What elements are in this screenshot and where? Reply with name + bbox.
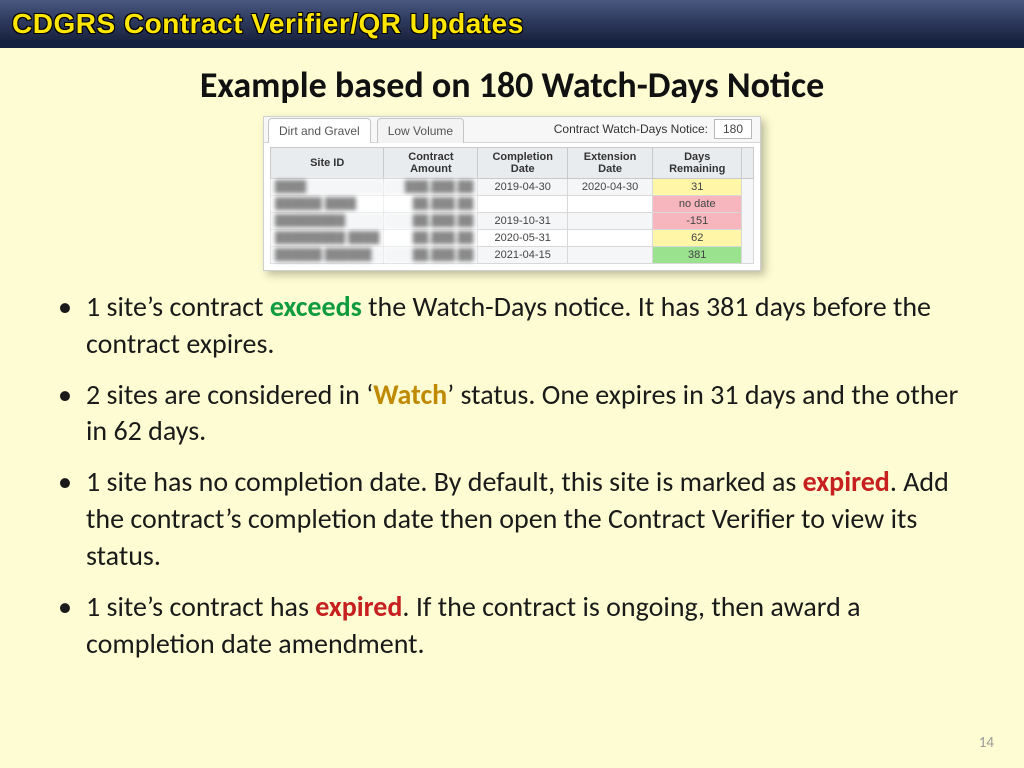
cell-days-remaining: -151 xyxy=(653,212,742,229)
slide-body: Example based on 180 Watch-Days Notice D… xyxy=(0,48,1024,768)
col-days-remaining[interactable]: Days Remaining xyxy=(653,147,742,178)
table-row[interactable]: ████ ███,███.██ 2019-04-30 2020-04-30 31 xyxy=(271,178,754,195)
bullet-item: 2 sites are considered in ‘Watch’ status… xyxy=(48,377,982,451)
bullet-item: 1 site’s contract exceeds the Watch-Days… xyxy=(48,289,982,363)
col-completion-date[interactable]: Completion Date xyxy=(478,147,568,178)
keyword-expired: expired xyxy=(803,464,890,499)
bullet-item: 1 site has no completion date. By defaul… xyxy=(48,464,982,575)
scrollbar-gutter xyxy=(742,147,754,178)
app-title-bar: CDGRS Contract Verifier/QR Updates xyxy=(0,0,1024,48)
keyword-expired: expired xyxy=(315,589,402,624)
watch-days-table-panel: Dirt and Gravel Low Volume Contract Watc… xyxy=(263,116,761,271)
tab-low-volume[interactable]: Low Volume xyxy=(377,118,464,143)
tab-strip: Dirt and Gravel Low Volume Contract Watc… xyxy=(264,117,760,143)
table-row[interactable]: ██████ ████ ██,███.██ no date xyxy=(271,195,754,212)
table-row[interactable]: ██████ ██████ ██,███.██ 2021-04-15 381 xyxy=(271,246,754,263)
col-contract-amount[interactable]: Contract Amount xyxy=(384,147,478,178)
keyword-exceeds: exceeds xyxy=(270,289,362,324)
cell-days-remaining: no date xyxy=(653,195,742,212)
col-extension-date[interactable]: Extension Date xyxy=(567,147,652,178)
cell-completion: 2019-04-30 xyxy=(478,178,568,195)
table-row[interactable]: █████████ ██,███.██ 2019-10-31 -151 xyxy=(271,212,754,229)
watch-days-label: Contract Watch-Days Notice: xyxy=(554,122,714,136)
contracts-table: Site ID Contract Amount Completion Date … xyxy=(270,147,754,264)
col-site-id[interactable]: Site ID xyxy=(271,147,384,178)
cell-days-remaining: 31 xyxy=(653,178,742,195)
cell-days-remaining: 381 xyxy=(653,246,742,263)
scrollbar[interactable] xyxy=(742,178,754,263)
bullet-list: 1 site’s contract exceeds the Watch-Days… xyxy=(48,289,982,664)
slide-title: Example based on 180 Watch-Days Notice xyxy=(42,66,982,106)
table-row[interactable]: █████████ ████ ██,███.██ 2020-05-31 62 xyxy=(271,229,754,246)
watch-days-input[interactable]: 180 xyxy=(714,119,752,139)
keyword-watch: Watch xyxy=(373,377,447,412)
bullet-item: 1 site’s contract has expired. If the co… xyxy=(48,589,982,663)
page-number: 14 xyxy=(979,734,994,752)
tab-dirt-and-gravel[interactable]: Dirt and Gravel xyxy=(268,118,371,143)
cell-extension: 2020-04-30 xyxy=(567,178,652,195)
cell-days-remaining: 62 xyxy=(653,229,742,246)
